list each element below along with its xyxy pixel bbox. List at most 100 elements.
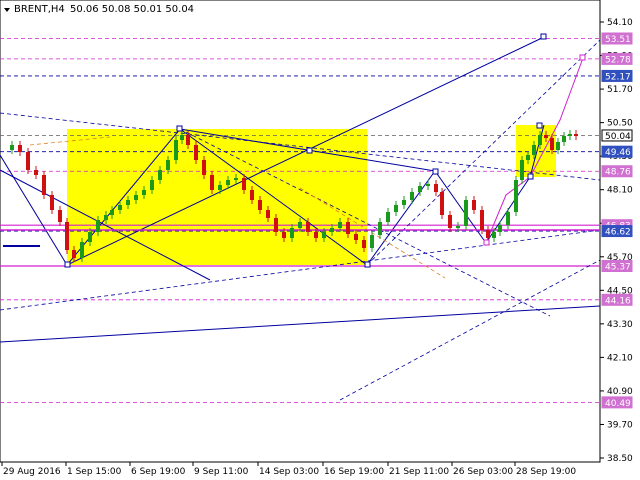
candle-body bbox=[282, 232, 286, 238]
level-tag-label: 40.49 bbox=[605, 399, 631, 409]
candle-body bbox=[322, 232, 326, 238]
symbol-timeframe: BRENT,H4 bbox=[14, 4, 65, 15]
time-tick-label: 6 Sep 19:00 bbox=[131, 467, 186, 477]
candle-body bbox=[314, 232, 318, 238]
anchor-point[interactable] bbox=[579, 54, 586, 61]
candle-body bbox=[472, 200, 476, 210]
candle-body bbox=[118, 205, 122, 210]
time-tick-label: 16 Sep 19:00 bbox=[324, 467, 384, 477]
ohlc-values: 50.06 50.08 50.01 50.04 bbox=[70, 4, 194, 15]
candle-body bbox=[218, 185, 222, 190]
candle-body bbox=[234, 178, 238, 180]
time-tick-label: 1 Sep 15:00 bbox=[67, 467, 122, 477]
price-tick-label: 51.70 bbox=[607, 85, 633, 95]
level-tag-label: 52.78 bbox=[605, 55, 631, 65]
price-chart[interactable]: BRENT,H4 50.06 50.08 50.01 50.04 54.10 52… bbox=[0, 0, 640, 480]
candle-body bbox=[562, 136, 566, 142]
candle-body bbox=[556, 142, 560, 150]
level-tag-label: 48.76 bbox=[605, 168, 631, 178]
candle-body bbox=[104, 215, 108, 220]
anchor-point[interactable] bbox=[432, 168, 439, 175]
candle-body bbox=[186, 135, 190, 145]
candle-body bbox=[226, 180, 230, 185]
price-tick-label: 39.70 bbox=[607, 420, 633, 430]
candle-body bbox=[378, 222, 382, 235]
level-tag-label: 52.17 bbox=[605, 72, 631, 82]
candle-body bbox=[306, 222, 310, 232]
candle-body bbox=[158, 170, 162, 180]
candle-body bbox=[514, 180, 518, 212]
candle-body bbox=[448, 215, 452, 228]
price-tick-label: 48.10 bbox=[607, 186, 633, 196]
candle-body bbox=[386, 212, 390, 222]
level-tag-label: 44.16 bbox=[605, 296, 631, 306]
candle-body bbox=[150, 180, 154, 190]
candle-body bbox=[298, 222, 302, 228]
candle-body bbox=[80, 242, 84, 258]
candle-body bbox=[18, 145, 22, 152]
level-tag-label: 53.51 bbox=[605, 35, 631, 45]
candle-body bbox=[210, 175, 214, 190]
candle-body bbox=[492, 232, 496, 238]
anchor-point[interactable] bbox=[536, 122, 543, 129]
zone-rectangle-left bbox=[67, 129, 367, 265]
anchor-point[interactable] bbox=[540, 33, 547, 40]
candle-body bbox=[274, 218, 278, 232]
candle-body bbox=[456, 226, 460, 228]
candle-body bbox=[202, 160, 206, 175]
candle-body bbox=[434, 184, 438, 192]
anchor-point[interactable] bbox=[483, 239, 490, 246]
anchor-point[interactable] bbox=[527, 173, 534, 180]
anchor-point[interactable] bbox=[64, 261, 71, 268]
candle-body bbox=[426, 184, 430, 186]
time-tick-label: 9 Sep 11:00 bbox=[194, 467, 249, 477]
candle-body bbox=[486, 230, 490, 238]
candle-body bbox=[480, 210, 484, 230]
candle-body bbox=[10, 145, 14, 150]
time-tick-label: 29 Aug 2016 bbox=[3, 467, 61, 477]
candle-body bbox=[330, 228, 334, 232]
candle-body bbox=[258, 200, 262, 210]
candle-body bbox=[266, 210, 270, 218]
candle-body bbox=[440, 192, 444, 215]
level-tag-label: 49.46 bbox=[605, 148, 631, 158]
candle-body bbox=[574, 134, 578, 136]
candle-body bbox=[506, 212, 510, 225]
price-axis: 54.1052.9051.7050.5049.3048.1046.9045.70… bbox=[600, 18, 633, 464]
price-tick-label: 50.50 bbox=[607, 119, 633, 129]
candle-body bbox=[110, 210, 114, 215]
time-tick-label: 26 Sep 03:00 bbox=[453, 467, 513, 477]
time-tick-label: 21 Sep 11:00 bbox=[389, 467, 449, 477]
candle-body bbox=[418, 186, 422, 192]
candle-body bbox=[174, 140, 178, 160]
candle-body bbox=[65, 222, 69, 250]
time-tick-label: 14 Sep 03:00 bbox=[259, 467, 319, 477]
candle-body bbox=[498, 225, 502, 232]
candle-body bbox=[346, 222, 350, 234]
time-tick-label: 28 Sep 19:00 bbox=[516, 467, 576, 477]
candle-body bbox=[538, 135, 542, 145]
anchor-point[interactable] bbox=[176, 125, 183, 132]
candle-body bbox=[338, 222, 342, 228]
candle-body bbox=[96, 220, 100, 232]
candle-body bbox=[50, 195, 54, 210]
candle-body bbox=[194, 145, 198, 160]
level-tag-label: 50.04 bbox=[605, 132, 631, 142]
chart-header: BRENT,H4 50.06 50.08 50.01 50.04 bbox=[4, 4, 194, 15]
candle-body bbox=[26, 152, 30, 170]
time-axis: 29 Aug 2016 1 Sep 15:00 6 Sep 19:00 9 Sep 1… bbox=[1, 462, 576, 477]
price-tick-label: 43.30 bbox=[607, 320, 633, 330]
anchor-point[interactable] bbox=[364, 261, 371, 268]
candle-body bbox=[520, 160, 524, 180]
candle-body bbox=[290, 228, 294, 238]
candle-body bbox=[362, 240, 366, 248]
candle-body bbox=[410, 192, 414, 200]
candle-body bbox=[134, 195, 138, 200]
anchor-point[interactable] bbox=[306, 147, 313, 154]
price-tick-label: 38.50 bbox=[607, 454, 633, 464]
candle-body bbox=[464, 200, 468, 226]
candle-body bbox=[126, 200, 130, 205]
candle-body bbox=[370, 235, 374, 248]
candle-body bbox=[394, 205, 398, 212]
candle-body bbox=[42, 175, 46, 195]
